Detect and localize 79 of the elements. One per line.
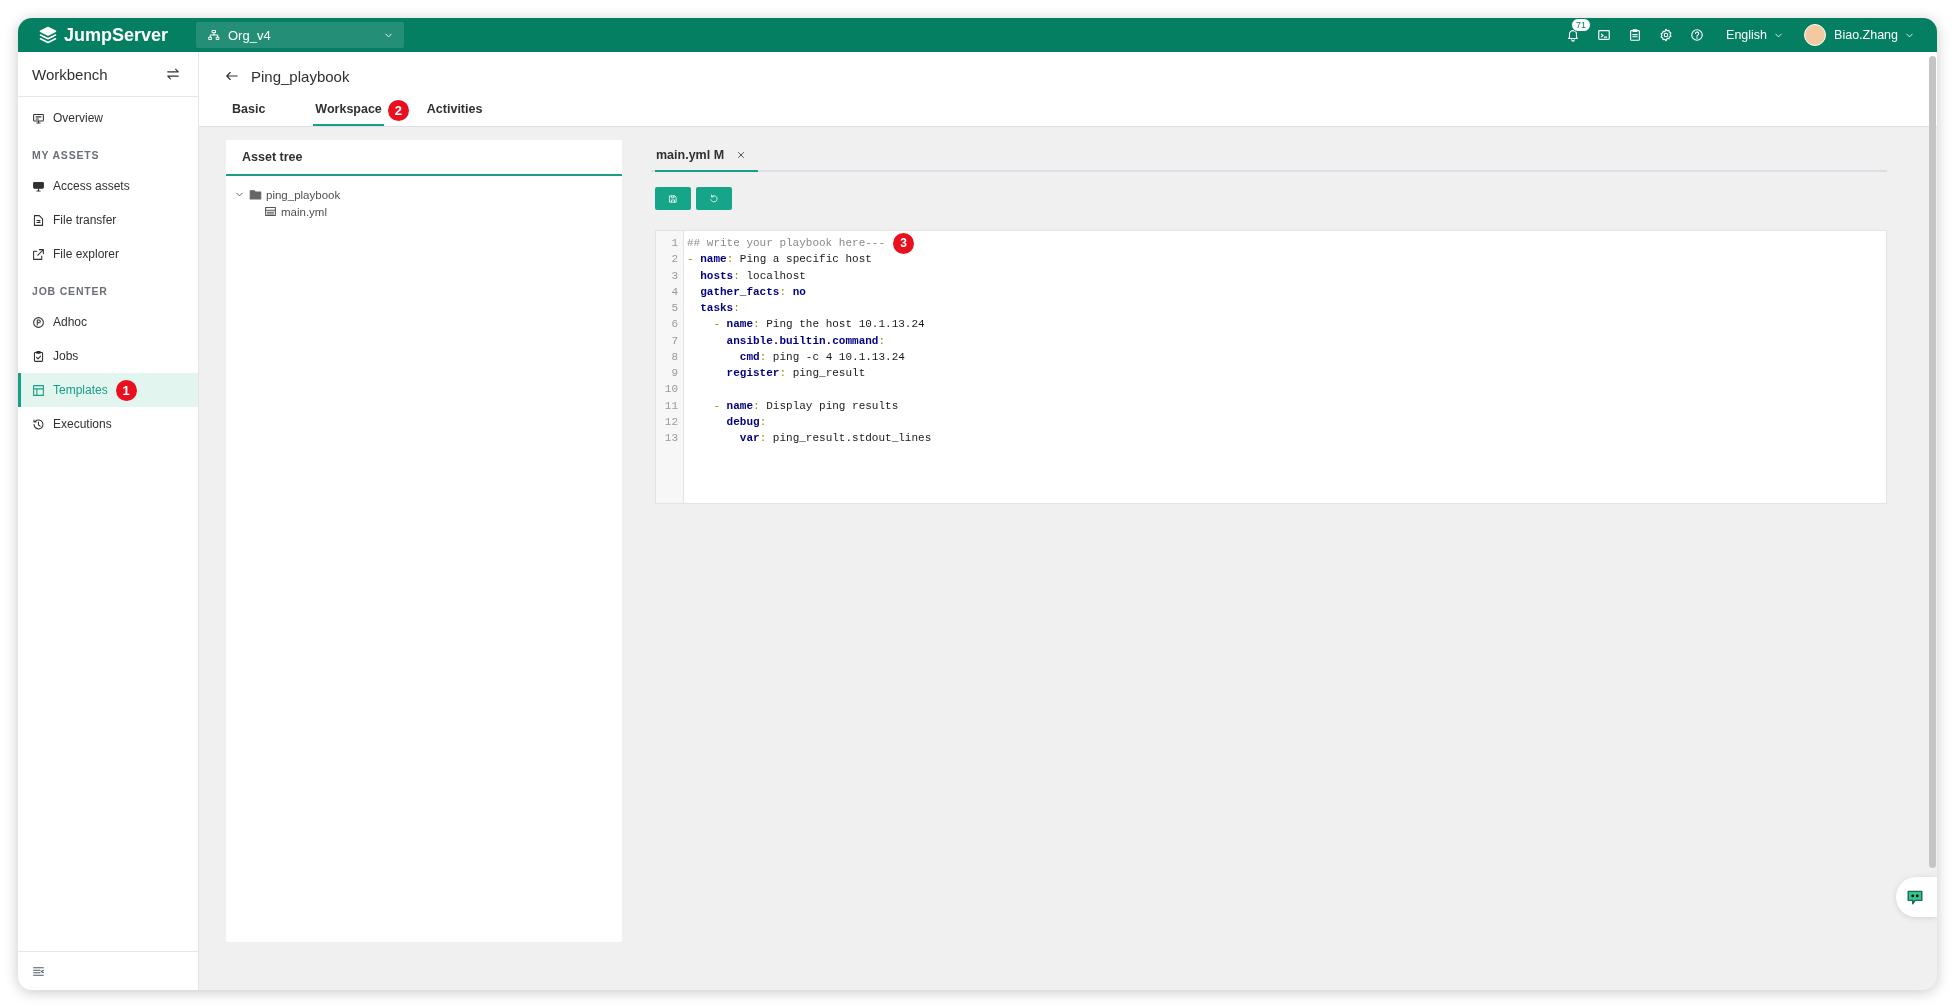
- help-icon[interactable]: [1690, 28, 1705, 42]
- save-icon: [668, 193, 678, 204]
- line-number: 12: [663, 414, 678, 430]
- sidebar-item[interactable]: File explorer: [18, 237, 198, 271]
- settings-icon[interactable]: [1659, 28, 1674, 42]
- user-menu[interactable]: Biao.Zhang: [1834, 28, 1915, 42]
- scrollbar[interactable]: [1929, 56, 1936, 868]
- file-name[interactable]: main.yml: [281, 205, 327, 218]
- language-selector[interactable]: English: [1726, 28, 1785, 42]
- code-line: ## write your playbook here---: [687, 236, 886, 251]
- line-number: 9: [670, 366, 678, 381]
- nav-icon: [32, 417, 45, 431]
- line-number: 8: [670, 349, 678, 365]
- hierarchy-icon: [208, 29, 220, 41]
- sidebar-title: Workbench: [32, 65, 108, 83]
- page-title: Ping_playbook: [251, 67, 350, 85]
- line-number: 3: [670, 268, 678, 284]
- step-marker: 1: [115, 379, 137, 401]
- sidebar-item[interactable]: Templates 1: [18, 373, 198, 407]
- step-marker: 3: [893, 232, 915, 254]
- back-arrow-icon[interactable]: [225, 69, 239, 83]
- folder-name[interactable]: ping_playbook: [266, 188, 341, 201]
- nav-icon: [32, 213, 45, 227]
- organization-selector[interactable]: Org_v4: [196, 22, 404, 48]
- sidebar-item[interactable]: Access assets: [18, 169, 198, 203]
- code-line: - name: Ping the host 10.1.13.24: [712, 317, 925, 333]
- tab[interactable]: Basic: [230, 95, 268, 126]
- nav-icon: [32, 111, 45, 125]
- undo-icon: [709, 193, 719, 204]
- code-line: var: ping_result.stdout_lines: [738, 431, 932, 446]
- line-number: 1: [670, 236, 678, 251]
- terminal-icon[interactable]: [1597, 28, 1612, 42]
- sidebar-item[interactable]: Overview: [18, 101, 198, 135]
- bell-icon[interactable]: [1566, 28, 1581, 42]
- collapse-menu-icon[interactable]: [32, 964, 45, 978]
- nav-icon: [32, 247, 45, 261]
- step-marker: 2: [387, 100, 409, 121]
- sidebar-item[interactable]: File transfer: [18, 203, 198, 237]
- clipboard-list-icon[interactable]: [1628, 28, 1643, 42]
- line-number: 5: [670, 301, 678, 316]
- line-number: 10: [663, 382, 678, 398]
- tab[interactable]: Activities: [424, 95, 485, 126]
- line-number: 11: [663, 398, 678, 414]
- line-number: 13: [663, 431, 678, 446]
- code-line: tasks:: [699, 301, 740, 316]
- panel-title: Asset tree: [226, 140, 622, 176]
- chat-bubble-icon: [1906, 888, 1924, 906]
- section-heading: MY ASSETS: [31, 148, 101, 163]
- sidebar-item[interactable]: Jobs: [18, 339, 198, 373]
- nav-icon: [32, 315, 45, 329]
- code-line: cmd: ping -c 4 10.1.13.24: [738, 349, 905, 365]
- code-line: hosts: localhost: [699, 268, 806, 284]
- file-tab[interactable]: main.yml M: [655, 140, 759, 172]
- file-icon: [264, 205, 277, 218]
- chat-widget[interactable]: [1896, 877, 1937, 917]
- nav-icon: [32, 179, 45, 193]
- folder-icon: [249, 188, 262, 201]
- brand-name: JumpServer: [64, 24, 169, 46]
- code-line: ansible.builtin.command:: [725, 333, 886, 349]
- line-number: 4: [670, 284, 678, 300]
- section-heading: JOB CENTER: [31, 284, 109, 299]
- line-number: 7: [670, 333, 678, 349]
- layers-logo-icon: [38, 25, 58, 45]
- nav-icon: [32, 383, 45, 397]
- sidebar-item[interactable]: Executions: [18, 407, 198, 441]
- tab[interactable]: Workspace: [313, 95, 384, 126]
- code-line: debug:: [725, 414, 767, 430]
- code-line: - name: Ping a specific host: [687, 252, 872, 268]
- code-line: - name: Display ping results: [712, 398, 899, 414]
- sidebar-item[interactable]: Adhoc: [18, 305, 198, 339]
- swap-icon[interactable]: [166, 67, 180, 81]
- code-line: gather_facts: no: [699, 284, 806, 300]
- nav-icon: [32, 349, 45, 363]
- line-number: 6: [670, 317, 678, 333]
- code-line: register: ping_result: [725, 366, 866, 381]
- notification-count: 71: [1571, 18, 1592, 32]
- avatar[interactable]: [1804, 24, 1827, 46]
- close-icon[interactable]: [736, 150, 747, 160]
- line-number: 2: [670, 252, 678, 268]
